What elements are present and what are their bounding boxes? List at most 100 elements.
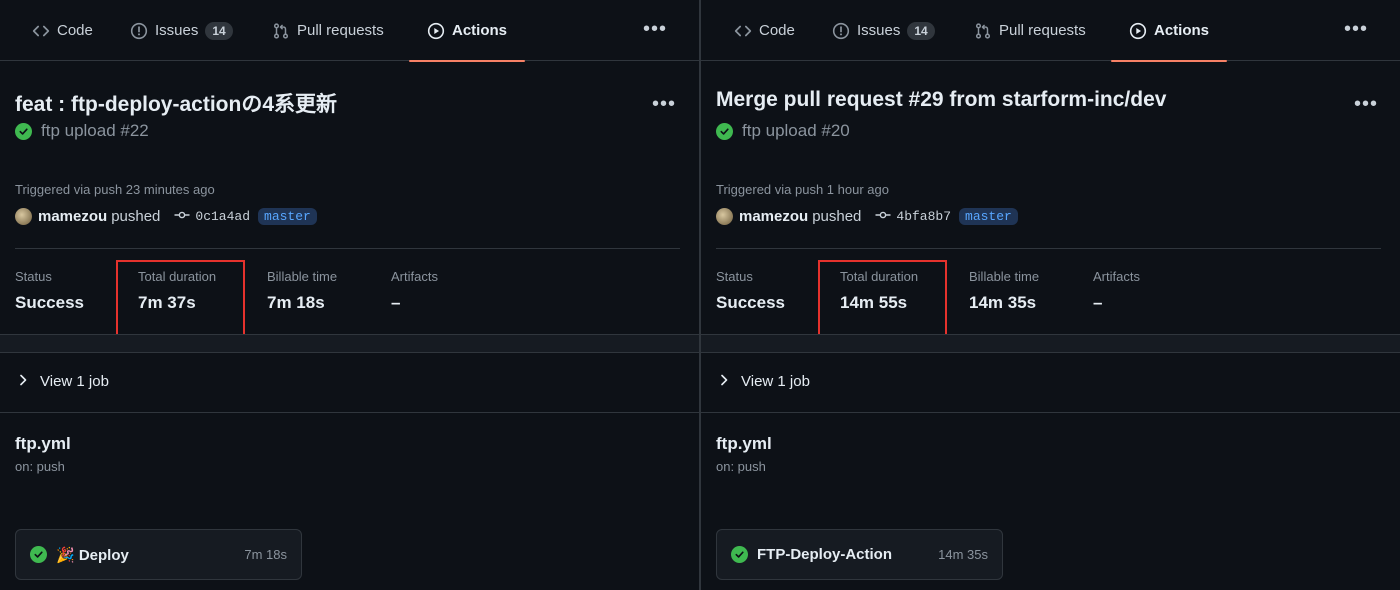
stat-status-value: Success [716,293,785,312]
triggered-text: Triggered via push 23 minutes ago [15,182,215,197]
tab-pull-requests-label: Pull requests [297,22,384,39]
workflow-file-name[interactable]: ftp.yml [716,434,772,454]
git-pull-request-icon [974,22,992,40]
code-icon [734,22,752,40]
tab-issues-label: Issues [155,22,199,39]
stat-artifacts: Artifacts – [1093,269,1140,313]
actor-name[interactable]: mamezou [38,208,107,225]
actor-name[interactable]: mamezou [739,208,808,225]
stat-billable-time: Billable time 7m 18s [267,269,337,313]
tab-code-label: Code [759,22,795,39]
push-verb: pushed [111,208,161,225]
tab-issues-label: Issues [857,22,901,39]
repo-nav: Code Issues 14 Pull requests Actions ••• [701,0,1400,62]
stat-artifacts-label: Artifacts [1093,269,1140,284]
stat-billable-label: Billable time [267,269,338,284]
workflow-trigger: on: push [15,459,65,474]
issues-counter: 14 [907,21,935,40]
divider [716,248,1381,249]
avatar[interactable] [716,208,733,225]
git-pull-request-icon [272,22,290,40]
active-tab-underline [409,60,525,62]
divider [15,248,680,249]
job-card[interactable]: FTP-Deploy-Action 14m 35s [716,529,1003,580]
duration-highlight-box [116,260,245,337]
run-panel-left: Code Issues 14 Pull requests Actions •••… [0,0,699,590]
play-icon [427,22,445,40]
view-jobs-label: View 1 job [40,373,109,390]
run-subtitle: ftp upload #20 [716,121,850,141]
stat-status: Status Success [15,269,84,313]
stat-status-label: Status [716,269,753,284]
check-circle-icon [15,122,32,140]
tab-code-label: Code [57,22,93,39]
tab-actions[interactable]: Actions [1111,0,1227,62]
run-title: Merge pull request #29 from starform-inc… [716,88,1167,111]
commit-link[interactable]: 0c1a4ad [174,209,250,225]
stat-status-value: Success [15,293,84,312]
job-card[interactable]: 🎉 Deploy 7m 18s [15,529,302,580]
stat-artifacts: Artifacts – [391,269,438,313]
play-icon [1129,22,1147,40]
nav-more-icon[interactable]: ••• [643,19,667,39]
section-band [701,334,1400,353]
stat-artifacts-value: – [1093,293,1103,312]
job-duration: 7m 18s [244,547,287,562]
divider [0,412,699,413]
repo-nav: Code Issues 14 Pull requests Actions ••• [0,0,699,62]
stat-artifacts-label: Artifacts [391,269,438,284]
tab-pull-requests[interactable]: Pull requests [272,0,384,61]
duration-highlight-box [818,260,947,337]
branch-badge[interactable]: master [959,208,1018,225]
stat-billable-time: Billable time 14m 35s [969,269,1039,313]
git-commit-icon [875,209,891,225]
stat-status-label: Status [15,269,52,284]
workflow-run-label[interactable]: ftp upload #20 [742,121,850,141]
tab-pull-requests-label: Pull requests [999,22,1086,39]
push-verb: pushed [812,208,862,225]
tab-pull-requests[interactable]: Pull requests [974,0,1086,61]
divider [701,412,1400,413]
chevron-right-icon [719,373,729,390]
check-circle-icon [731,546,748,563]
issue-opened-icon [130,22,148,40]
active-tab-underline [1111,60,1227,62]
commit-link[interactable]: 4bfa8b7 [875,209,951,225]
triggered-text: Triggered via push 1 hour ago [716,182,889,197]
view-jobs-toggle[interactable]: View 1 job [18,373,109,390]
tab-code[interactable]: Code [32,0,93,61]
workflow-file-name[interactable]: ftp.yml [15,434,71,454]
avatar[interactable] [15,208,32,225]
stat-billable-label: Billable time [969,269,1040,284]
tab-code[interactable]: Code [734,0,795,61]
stat-billable-value: 14m 35s [969,293,1037,312]
workflow-trigger: on: push [716,459,766,474]
run-more-icon[interactable]: ••• [652,94,676,114]
issues-counter: 14 [205,21,233,40]
push-info: mamezou pushed 4bfa8b7 master [716,208,1018,225]
code-icon [32,22,50,40]
run-title: feat : ftp-deploy-actionの4系更新 [15,93,338,116]
job-duration: 14m 35s [938,547,988,562]
view-jobs-toggle[interactable]: View 1 job [719,373,810,390]
job-name: FTP-Deploy-Action [757,546,892,563]
run-more-icon[interactable]: ••• [1354,94,1378,114]
view-jobs-label: View 1 job [741,373,810,390]
git-commit-icon [174,209,190,225]
commit-sha: 0c1a4ad [195,209,251,224]
run-panel-right: Code Issues 14 Pull requests Actions •••… [701,0,1400,590]
tab-actions-label: Actions [452,22,508,39]
branch-badge[interactable]: master [258,208,317,225]
stat-billable-value: 7m 18s [267,293,325,312]
push-info: mamezou pushed 0c1a4ad master [15,208,317,225]
run-subtitle: ftp upload #22 [15,121,149,141]
stat-status: Status Success [716,269,785,313]
job-name: 🎉 Deploy [56,546,129,564]
tab-actions-label: Actions [1154,22,1210,39]
tab-issues[interactable]: Issues 14 [832,0,935,61]
section-band [0,334,699,353]
tab-issues[interactable]: Issues 14 [130,0,233,61]
nav-more-icon[interactable]: ••• [1344,19,1368,39]
workflow-run-label[interactable]: ftp upload #22 [41,121,149,141]
tab-actions[interactable]: Actions [409,0,525,62]
